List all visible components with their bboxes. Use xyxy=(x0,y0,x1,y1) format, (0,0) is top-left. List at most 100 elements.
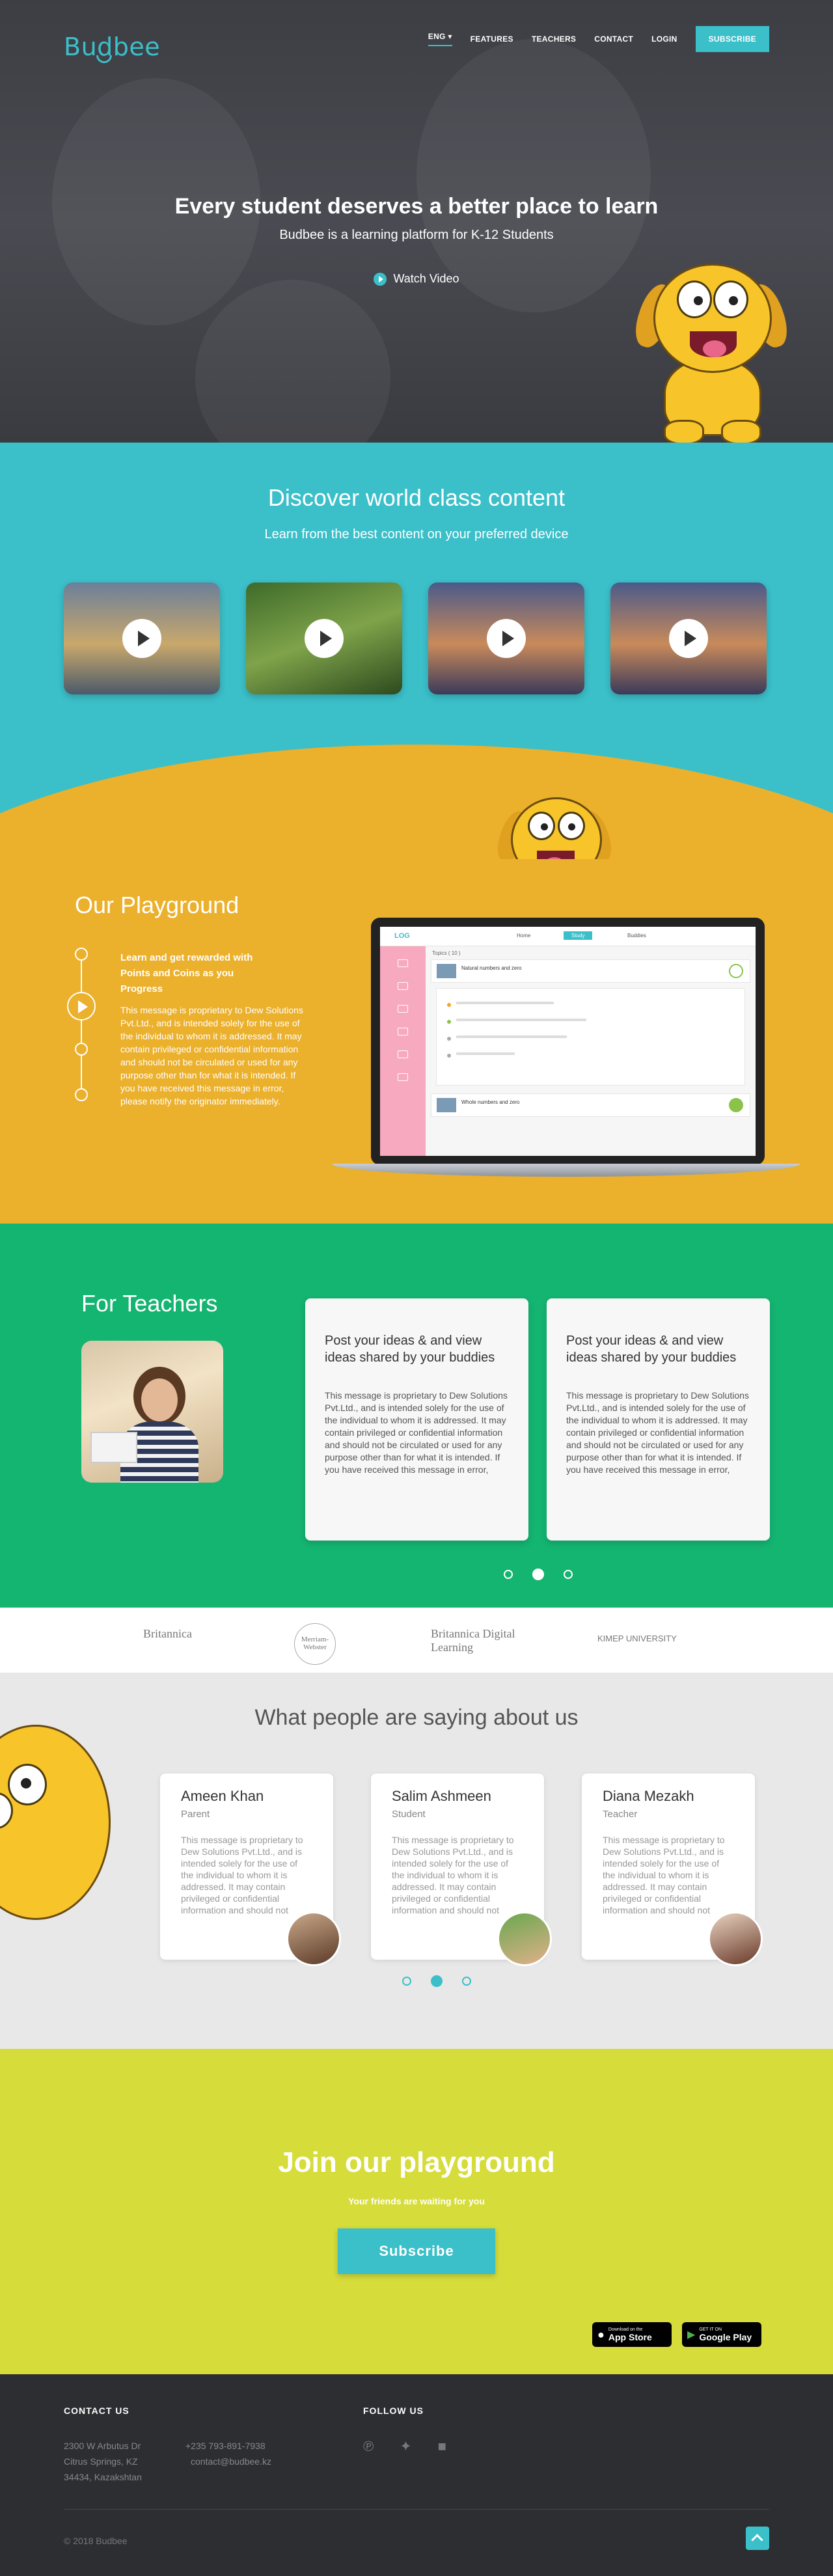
list-bullet xyxy=(447,1003,451,1007)
language-label: ENG xyxy=(428,32,446,41)
teacher-card-body: This message is proprietary to Dew Solut… xyxy=(325,1390,508,1475)
testimonial-role: Parent xyxy=(181,1809,210,1820)
progress-ring xyxy=(729,964,743,978)
testimonial-text: This message is proprietary to Dew Solut… xyxy=(181,1835,303,1915)
carousel-dot[interactable] xyxy=(402,1977,411,1986)
topic-title: Whole numbers and zero xyxy=(461,1099,520,1105)
app-topbar: LOG Home Study Buddies xyxy=(380,927,756,946)
laptop-icon xyxy=(90,1432,137,1463)
chevron-down-icon: ▾ xyxy=(448,32,452,41)
timeline-dot[interactable] xyxy=(75,1043,88,1056)
app-logo: LOG xyxy=(394,932,410,940)
nav-login[interactable]: LOGIN xyxy=(651,34,677,44)
teacher-card-body: This message is proprietary to Dew Solut… xyxy=(566,1390,749,1475)
address-line: Citrus Springs, KZ xyxy=(64,2456,138,2467)
mascot-dog xyxy=(629,264,793,443)
contact-heading: CONTACT US xyxy=(64,2405,130,2416)
subscribe-button[interactable]: SUBSCRIBE xyxy=(695,26,769,52)
app-store-small-label: Download on the xyxy=(608,2327,643,2332)
topic-thumbnail xyxy=(437,964,456,978)
testimonials-section: What people are saying about us Ameen Kh… xyxy=(0,1673,833,2049)
app-topic-card: Natural numbers and zero xyxy=(431,959,750,983)
teacher-photo xyxy=(81,1341,223,1483)
google-play-icon: ▶ xyxy=(687,2329,696,2340)
carousel-dot[interactable] xyxy=(564,1570,573,1579)
language-selector[interactable]: ENG ▾ xyxy=(428,32,452,46)
facebook-icon[interactable]: ■ xyxy=(438,2438,446,2455)
play-icon[interactable] xyxy=(487,619,526,658)
join-title: Join our playground xyxy=(278,2146,555,2178)
carousel-dot[interactable] xyxy=(532,1569,544,1580)
teachers-title: For Teachers xyxy=(81,1290,218,1317)
video-thumbnail[interactable] xyxy=(428,582,584,694)
carousel-dot[interactable] xyxy=(431,1975,443,1987)
google-play-small-label: GET IT ON xyxy=(699,2327,722,2332)
scroll-to-top-button[interactable] xyxy=(746,2527,769,2550)
hero-bg-photo xyxy=(195,280,390,443)
discover-section: Discover world class content Learn from … xyxy=(0,443,833,859)
mascot-dog-peeking xyxy=(493,797,616,859)
google-play-big-label: Google Play xyxy=(699,2331,752,2342)
contact-email[interactable]: contact@budbee.kz xyxy=(185,2454,271,2469)
copyright: © 2018 Budbee xyxy=(64,2536,128,2546)
nav-features[interactable]: FEATURES xyxy=(471,34,513,44)
twitter-icon[interactable]: ✦ xyxy=(400,2438,411,2455)
play-icon[interactable] xyxy=(122,619,161,658)
laptop-base xyxy=(332,1164,800,1177)
video-thumbnail[interactable] xyxy=(610,582,767,694)
footer-divider xyxy=(64,2509,769,2510)
carousel-dot[interactable] xyxy=(462,1977,471,1986)
teacher-card: Post your ideas & and view ideas shared … xyxy=(547,1298,770,1541)
google-play-button[interactable]: ▶ GET IT ON Google Play xyxy=(682,2322,761,2347)
teacher-cards: Post your ideas & and view ideas shared … xyxy=(305,1298,770,1541)
discover-title: Discover world class content xyxy=(267,484,566,511)
carousel-dot[interactable] xyxy=(504,1570,513,1579)
timeline-dot[interactable] xyxy=(75,948,88,961)
sidebar-icon xyxy=(398,959,408,967)
contact-details: +235 793-891-7938 contact@budbee.kz xyxy=(185,2438,271,2469)
app-store-button[interactable]: ● Download on the App Store xyxy=(592,2322,672,2347)
timeline-dot[interactable] xyxy=(75,1088,88,1101)
video-thumbnail[interactable] xyxy=(246,582,402,694)
play-icon[interactable] xyxy=(669,619,708,658)
playground-section: Our Playground Learn and get rewarded wi… xyxy=(0,859,833,1224)
mascot-pupil xyxy=(694,296,703,305)
list-line xyxy=(456,1035,567,1038)
sidebar-icon xyxy=(398,1028,408,1035)
teachers-section: For Teachers Post your ideas & and view … xyxy=(0,1224,833,1608)
mascot-foot xyxy=(721,420,761,443)
follow-heading: FOLLOW US xyxy=(363,2405,424,2416)
video-thumbnail[interactable] xyxy=(64,582,220,694)
testimonial-name: Salim Ashmeen xyxy=(392,1788,491,1804)
pinterest-icon[interactable]: ℗ xyxy=(363,2438,374,2455)
contact-phone[interactable]: +235 793-891-7938 xyxy=(185,2438,271,2454)
brand-logo[interactable]: Budbee xyxy=(64,33,160,61)
sidebar-icon xyxy=(398,1073,408,1081)
playground-body-text: This message is proprietary to Dew Solut… xyxy=(120,1005,303,1106)
testimonial-card: Salim Ashmeen Student This message is pr… xyxy=(371,1774,552,1966)
hero-subtitle: Budbee is a learning platform for K-12 S… xyxy=(279,228,554,242)
topic-title: Natural numbers and zero xyxy=(461,965,522,971)
app-sidebar xyxy=(380,946,426,1156)
google-play-text: GET IT ON Google Play xyxy=(699,2327,752,2342)
hero-title: Every student deserves a better place to… xyxy=(174,194,659,219)
mascot-pupil xyxy=(729,296,738,305)
testimonial-name: Diana Mezakh xyxy=(603,1788,694,1804)
social-links: ℗ ✦ ■ xyxy=(363,2438,446,2455)
nav-contact[interactable]: CONTACT xyxy=(594,34,633,44)
play-icon[interactable] xyxy=(67,992,96,1021)
partner-logo-merriam-webster: Merriam-Webster xyxy=(294,1623,336,1665)
avatar xyxy=(286,1911,341,1966)
testimonial-card: Diana Mezakh Teacher This message is pro… xyxy=(582,1774,763,1966)
playground-rewarded-text: Learn and get rewarded with Points and C… xyxy=(120,952,253,994)
join-subscribe-button[interactable]: Subscribe xyxy=(338,2228,495,2274)
contact-address: 2300 W Arbutus Dr Citrus Springs, KZ 344… xyxy=(64,2438,142,2485)
teacher-carousel-dots xyxy=(504,1569,573,1580)
partner-logo-britannica: Britannica xyxy=(143,1627,192,1640)
nav-teachers[interactable]: TEACHERS xyxy=(532,34,576,44)
play-icon[interactable] xyxy=(305,619,344,658)
discover-subtitle: Learn from the best content on your pref… xyxy=(264,527,569,541)
playground-title: Our Playground xyxy=(75,892,239,918)
app-topic-card: Whole numbers and zero xyxy=(431,1093,750,1117)
app-topics-label: Topics ( 10 ) xyxy=(432,950,461,956)
